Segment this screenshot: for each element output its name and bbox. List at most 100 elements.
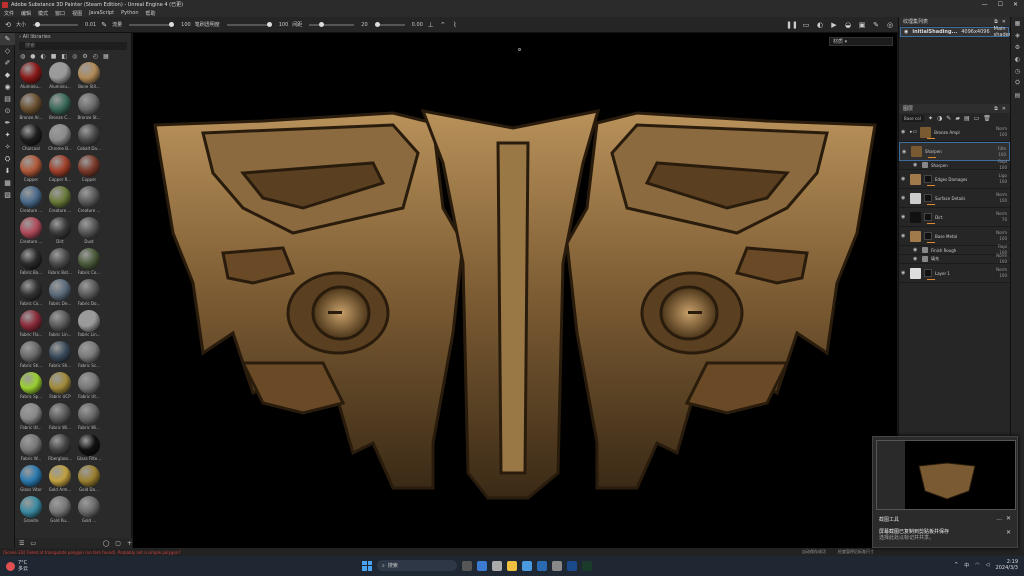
camera-icon[interactable]: ▶ [830, 21, 838, 29]
folder-icon[interactable]: ☰ [19, 540, 24, 547]
menu-window[interactable]: 窗口 [55, 10, 65, 17]
float-icon[interactable]: ⧉ [994, 19, 998, 25]
layer-mask-thumbnail[interactable] [924, 232, 932, 240]
material-thumbnail[interactable]: Copper [17, 154, 45, 185]
panel-close-icon[interactable]: ✕ [1002, 106, 1006, 112]
path-tool-icon[interactable]: ✦ [0, 129, 15, 141]
steam-icon[interactable] [567, 560, 577, 571]
layer-row[interactable]: ◉ Dirt Norm 70 [899, 208, 1010, 227]
taskbar-search-input[interactable]: ⌕ 搜索 [377, 560, 457, 571]
material-thumbnail[interactable]: Fabric De... [46, 278, 74, 309]
material-thumbnail[interactable]: Fabric Sp... [17, 371, 45, 402]
extra-slider[interactable] [374, 21, 405, 27]
layer-row[interactable]: ◉ Layer 1 Norm 100 [899, 264, 1010, 283]
display-icon[interactable]: ▭ [802, 21, 810, 29]
history-icon[interactable]: ◷ [1011, 65, 1024, 77]
align-icon[interactable]: ⊥ [427, 21, 435, 29]
maximize-button[interactable]: ☐ [998, 1, 1003, 8]
filter-smart-icon[interactable]: ◐ [41, 53, 46, 60]
layer-blend-opacity[interactable]: Norm 70 [994, 211, 1010, 223]
material-thumbnail[interactable]: Aluminiu... [46, 61, 74, 92]
layer-mask-thumbnail[interactable] [924, 175, 932, 183]
material-thumbnail[interactable]: Creature ... [17, 216, 45, 247]
add-layer-icon[interactable]: ▤ [964, 115, 970, 122]
menu-view[interactable]: 视图 [72, 10, 82, 17]
filter-materials-icon[interactable]: ● [30, 53, 35, 60]
opacity-value[interactable]: 100 [279, 22, 289, 28]
material-thumbnail[interactable]: Bronze St... [75, 92, 103, 123]
eye-icon[interactable]: ◉ [901, 195, 907, 201]
filter-brushes-icon[interactable]: ◧ [61, 53, 67, 60]
material-thumbnail[interactable]: Fabric Sti... [17, 340, 45, 371]
opacity-slider[interactable] [226, 21, 272, 27]
minimize-button[interactable]: — [982, 1, 988, 8]
start-button-icon[interactable] [362, 560, 372, 571]
material-thumbnail[interactable]: Fabric Bot... [46, 247, 74, 278]
properties-icon[interactable]: ⚙ [1011, 41, 1024, 53]
geometry-fill-icon[interactable]: ◆ [0, 69, 15, 81]
weather-widget[interactable]: 7°C 多云 [0, 560, 28, 572]
task-view-icon[interactable] [462, 560, 472, 571]
display-icon[interactable]: ◐ [1011, 53, 1024, 65]
explorer-icon[interactable] [507, 560, 517, 571]
eye-icon[interactable]: ◉ [904, 29, 908, 35]
material-thumbnail[interactable]: Fabric Wi... [75, 402, 103, 433]
layer-mask-thumbnail[interactable] [924, 213, 932, 221]
material-thumbnail[interactable]: Glass Vitor [17, 464, 45, 495]
filter-alphas-icon[interactable]: ◎ [72, 53, 77, 60]
panel-close-icon[interactable]: ✕ [1002, 19, 1006, 25]
layer-blend-opacity[interactable]: Norm 100 [994, 192, 1010, 204]
material-thumbnail[interactable]: Dirt [46, 216, 74, 247]
material-thumbnail[interactable]: Fiberglass... [46, 433, 74, 464]
layer-mask-thumbnail[interactable] [924, 269, 932, 277]
add-fill-layer-icon[interactable]: ▰ [955, 115, 960, 122]
layer-row[interactable]: ◉ Surface Details Norm 100 [899, 189, 1010, 208]
layer-blend-opacity[interactable]: Norm 100 [994, 267, 1010, 279]
pause-icon[interactable]: ❚❚ [786, 21, 798, 29]
float-icon[interactable]: ⧉ [994, 106, 998, 112]
material-thumbnail[interactable]: Fabric Ut... [17, 402, 45, 433]
mail-icon[interactable] [522, 560, 532, 571]
size-slider[interactable] [33, 21, 79, 27]
sphere-icon[interactable]: ◐ [816, 21, 824, 29]
volume-icon[interactable]: ◁ [986, 562, 990, 568]
share-icon[interactable]: ◎ [886, 21, 894, 29]
texture-set-icon[interactable]: ▦ [1011, 17, 1024, 29]
menu-javascript[interactable]: JavaScript [89, 10, 114, 16]
material-thumbnail[interactable]: Copper [75, 154, 103, 185]
size-value[interactable]: 0.01 [85, 22, 96, 28]
material-thumbnail[interactable]: Granite [17, 495, 45, 526]
layer-row[interactable]: ◉ Sharpen Repl 100 [899, 159, 1010, 170]
eye-icon[interactable]: ◉ [901, 214, 907, 220]
material-thumbnail[interactable]: Fabric W... [17, 433, 45, 464]
menu-file[interactable]: 文件 [4, 10, 14, 17]
clock[interactable]: 2:19 2024/3/3 [996, 559, 1018, 571]
lazy-mouse-icon[interactable]: ⌃ [439, 21, 447, 29]
render-icon[interactable]: ◒ [844, 21, 852, 29]
material-thumbnail[interactable]: Glass Filte... [75, 433, 103, 464]
filter-textures-icon[interactable]: ■ [51, 53, 57, 60]
eye-icon[interactable]: ◉ [901, 233, 907, 239]
material-thumbnail[interactable]: Fabric Co... [75, 247, 103, 278]
layer-mask-thumbnail[interactable] [924, 194, 932, 202]
refresh-icon[interactable]: ◯ [103, 540, 110, 547]
dropper-tool-icon[interactable]: ✒ [0, 117, 15, 129]
list-icon[interactable]: ▭ [30, 540, 36, 547]
layer-blend-opacity[interactable]: Ligo 100 [994, 173, 1010, 185]
filter-grid-icon[interactable]: ▦ [103, 53, 109, 60]
material-thumbnail[interactable]: Bronze C... [46, 92, 74, 123]
screenshot-preview[interactable] [876, 440, 1016, 510]
layer-blend-opacity[interactable]: Filte 100 [993, 146, 1009, 158]
eye-icon[interactable]: ◉ [913, 247, 919, 253]
material-thumbnail[interactable]: Creature ... [17, 185, 45, 216]
material-thumbnail[interactable]: Fabric UCP [46, 371, 74, 402]
log-icon[interactable]: ▤ [1011, 89, 1024, 101]
material-thumbnail[interactable]: Copper R... [46, 154, 74, 185]
material-thumbnail[interactable]: Aluminiu... [17, 61, 45, 92]
filter-all-icon[interactable]: ◍ [20, 53, 25, 60]
material-thumbnail[interactable]: Fabric Fla... [17, 309, 45, 340]
material-thumbnail[interactable]: Fabric Lin... [75, 309, 103, 340]
wifi-icon[interactable]: ◠ [975, 562, 979, 568]
brush-tool-icon[interactable]: ✎ [0, 33, 15, 45]
flow-slider[interactable] [129, 21, 175, 27]
